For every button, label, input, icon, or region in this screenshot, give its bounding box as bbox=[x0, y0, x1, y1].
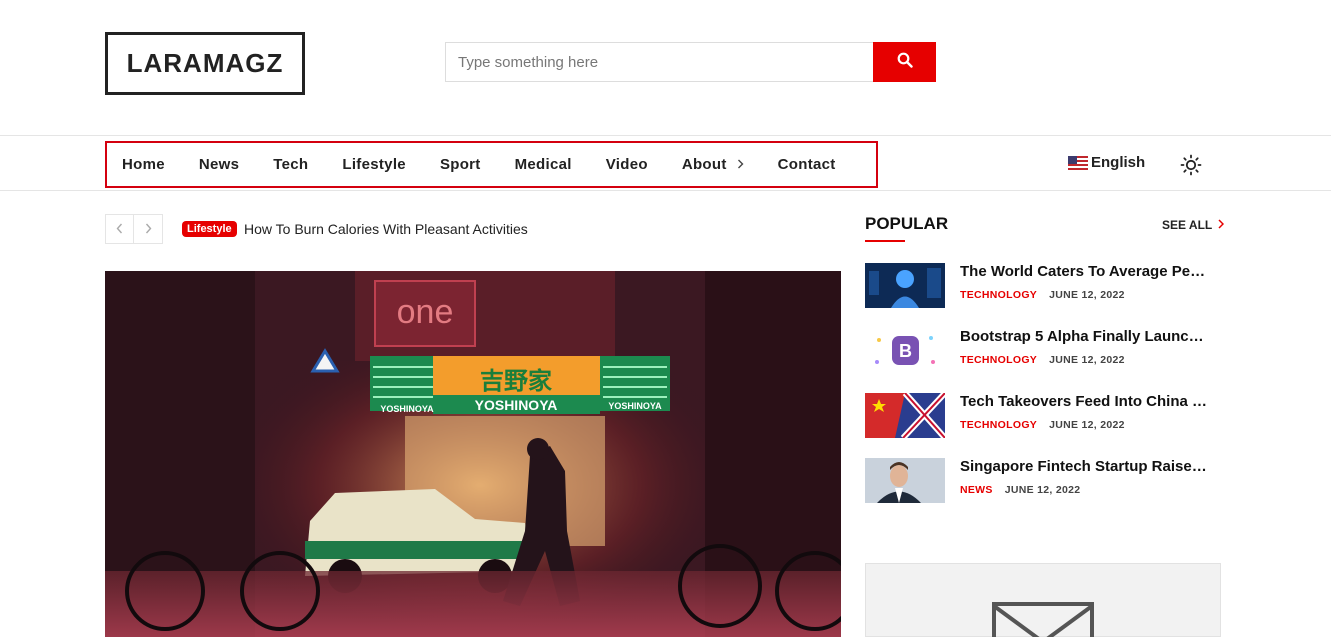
nav-item-about[interactable]: About bbox=[682, 156, 744, 173]
ticker-headline[interactable]: How To Burn Calories With Pleasant Activ… bbox=[244, 221, 528, 237]
popular-heading-underline bbox=[865, 240, 905, 242]
popular-item-title[interactable]: Tech Takeovers Feed Into China Col... bbox=[960, 393, 1210, 410]
popular-item-date: JUNE 12, 2022 bbox=[1004, 484, 1081, 496]
nav-item-video[interactable]: Video bbox=[606, 156, 648, 173]
popular-item-meta: NEWS JUNE 12, 2022 bbox=[960, 484, 1080, 496]
flags-thumbnail-image bbox=[865, 393, 945, 438]
hero-sign-yoshinoya: YOSHINOYA bbox=[475, 397, 558, 413]
robot-thumbnail-image bbox=[865, 263, 945, 308]
nav-item-medical[interactable]: Medical bbox=[515, 156, 572, 173]
nav-item-tech[interactable]: Tech bbox=[273, 156, 308, 173]
see-all-label: SEE ALL bbox=[1162, 218, 1213, 232]
popular-item-title[interactable]: Bootstrap 5 Alpha Finally Launched! bbox=[960, 328, 1210, 345]
popular-item-category[interactable]: TECHNOLOGY bbox=[960, 419, 1037, 431]
popular-item-category[interactable]: NEWS bbox=[960, 484, 993, 496]
popular-item-meta: TECHNOLOGY JUNE 12, 2022 bbox=[960, 419, 1125, 431]
popular-item-thumbnail[interactable] bbox=[865, 458, 945, 503]
theme-toggle[interactable] bbox=[1180, 154, 1202, 181]
popular-item-category[interactable]: TECHNOLOGY bbox=[960, 289, 1037, 301]
popular-item-meta: TECHNOLOGY JUNE 12, 2022 bbox=[960, 354, 1125, 366]
search-input[interactable] bbox=[445, 42, 873, 82]
popular-heading: POPULAR bbox=[865, 214, 949, 233]
chevron-right-icon bbox=[145, 221, 152, 237]
popular-item-date: JUNE 12, 2022 bbox=[1049, 419, 1125, 431]
ticker-controls bbox=[105, 214, 163, 244]
ticker-next-button[interactable] bbox=[134, 214, 163, 244]
popular-item: Tech Takeovers Feed Into China Col... TE… bbox=[865, 393, 1225, 439]
ticker-category-badge[interactable]: Lifestyle bbox=[182, 221, 237, 237]
portrait-thumbnail-image bbox=[865, 458, 945, 503]
popular-item: The World Caters To Average Peopl... TEC… bbox=[865, 263, 1225, 309]
bootstrap-logo-image: B bbox=[865, 328, 945, 373]
main-menu: Home News Tech Lifestyle Sport Medical V… bbox=[105, 141, 878, 188]
night-street-photo: one 吉野家 YOSHINOYA YOSHINOYA YOSHINOYA bbox=[105, 271, 841, 637]
search-button[interactable] bbox=[873, 42, 936, 82]
nav-item-home[interactable]: Home bbox=[122, 156, 165, 173]
popular-item-thumbnail[interactable]: B bbox=[865, 328, 945, 373]
envelope-icon bbox=[992, 602, 1094, 637]
sun-icon bbox=[1180, 154, 1202, 180]
search-bar bbox=[445, 42, 936, 82]
popular-item-thumbnail[interactable] bbox=[865, 393, 945, 438]
popular-item: B Bootstrap 5 Alpha Finally Launched! TE… bbox=[865, 328, 1225, 374]
popular-item-title[interactable]: The World Caters To Average Peopl... bbox=[960, 263, 1210, 280]
nav-item-lifestyle[interactable]: Lifestyle bbox=[342, 156, 406, 173]
popular-item-category[interactable]: TECHNOLOGY bbox=[960, 354, 1037, 366]
ticker-prev-button[interactable] bbox=[105, 214, 134, 244]
main-navbar: Home News Tech Lifestyle Sport Medical V… bbox=[0, 135, 1331, 191]
popular-item-title[interactable]: Singapore Fintech Startup Raises... bbox=[960, 458, 1210, 475]
nav-item-contact[interactable]: Contact bbox=[778, 156, 836, 173]
svg-text:B: B bbox=[899, 341, 912, 361]
site-logo[interactable]: LARAMAGZ bbox=[105, 32, 305, 95]
hero-sign-yoshinoya-right: YOSHINOYA bbox=[608, 401, 662, 411]
popular-item: Singapore Fintech Startup Raises... NEWS… bbox=[865, 458, 1225, 504]
search-icon bbox=[897, 52, 913, 73]
hero-sign-yoshinoya-left: YOSHINOYA bbox=[380, 404, 434, 414]
nav-item-sport[interactable]: Sport bbox=[440, 156, 481, 173]
popular-item-meta: TECHNOLOGY JUNE 12, 2022 bbox=[960, 289, 1125, 301]
us-flag-icon bbox=[1068, 155, 1088, 170]
language-selector[interactable]: English bbox=[1068, 154, 1145, 171]
popular-item-date: JUNE 12, 2022 bbox=[1049, 354, 1125, 366]
language-label: English bbox=[1091, 154, 1146, 171]
popular-item-date: JUNE 12, 2022 bbox=[1049, 289, 1125, 301]
hero-sign-one: one bbox=[397, 293, 454, 331]
nav-item-news[interactable]: News bbox=[199, 156, 239, 173]
chevron-left-icon bbox=[116, 221, 123, 237]
chevron-right-icon bbox=[737, 157, 744, 172]
newsletter-box bbox=[865, 563, 1221, 637]
hero-sign-kanji: 吉野家 bbox=[480, 367, 552, 395]
popular-item-thumbnail[interactable] bbox=[865, 263, 945, 308]
chevron-right-icon bbox=[1218, 218, 1225, 232]
see-all-link[interactable]: SEE ALL bbox=[1162, 218, 1225, 232]
featured-image[interactable]: one 吉野家 YOSHINOYA YOSHINOYA YOSHINOYA bbox=[105, 271, 841, 637]
nav-item-about-label: About bbox=[681, 156, 727, 173]
